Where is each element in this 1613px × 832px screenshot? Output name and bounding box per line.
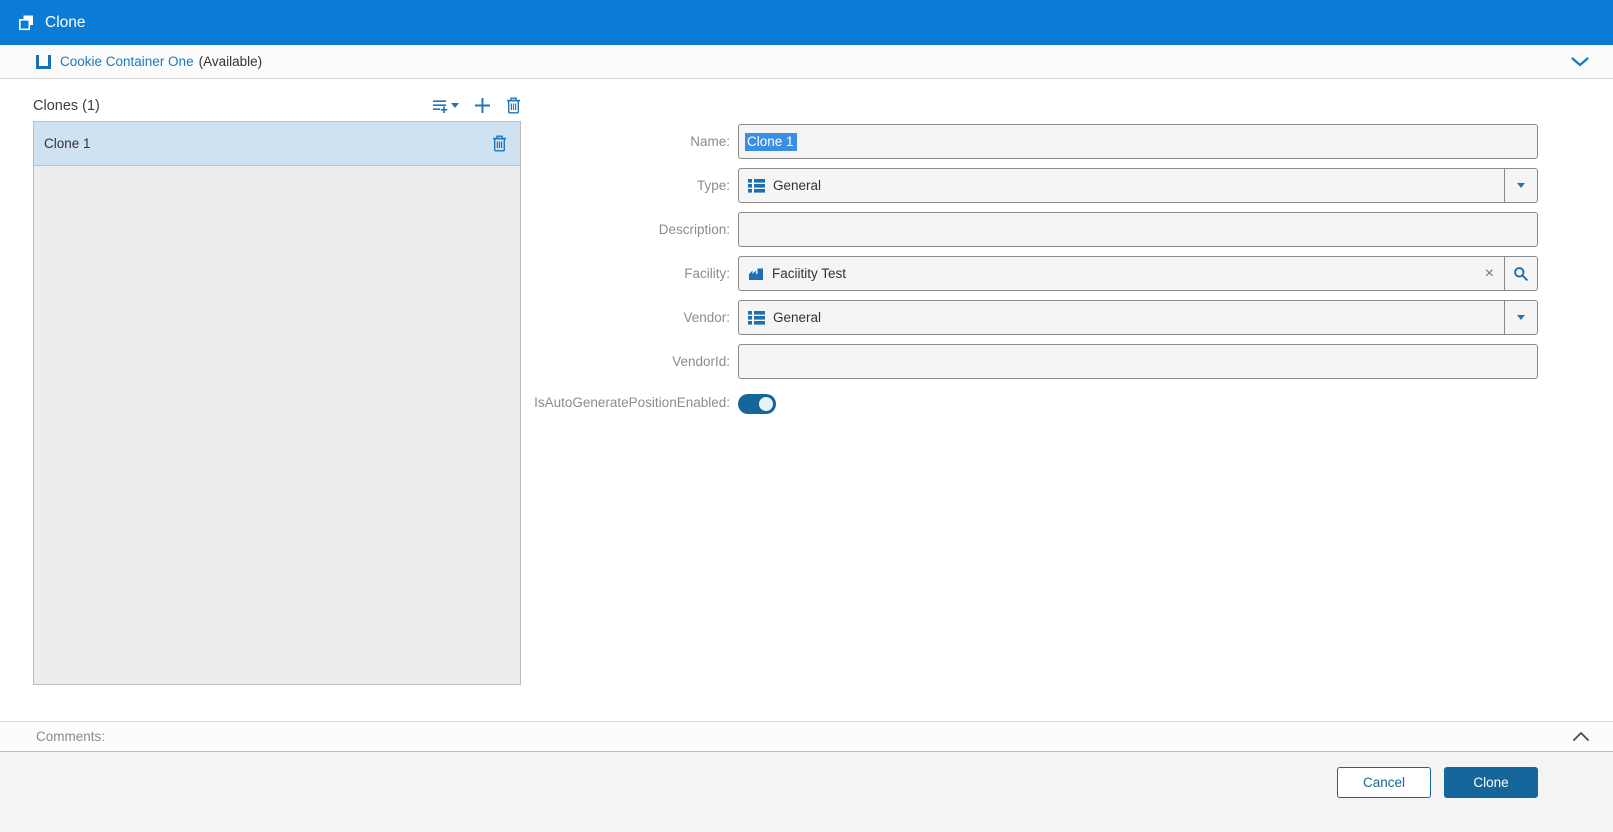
name-value-selected: Clone 1	[745, 132, 797, 151]
clones-panel: Clones (1) Clone 1	[33, 91, 521, 685]
add-list-icon	[433, 99, 448, 113]
type-label: Type:	[696, 178, 730, 193]
vendor-dropdown[interactable]: General	[738, 300, 1538, 335]
comments-bar: Comments:	[0, 721, 1613, 752]
trash-icon	[493, 135, 506, 152]
facility-label: Facility:	[684, 266, 730, 281]
clones-panel-title: Clones (1)	[33, 97, 100, 114]
add-multiple-caret-icon	[451, 103, 459, 108]
entity-status: (Available)	[198, 54, 263, 69]
clones-panel-header: Clones (1)	[33, 91, 521, 120]
add-multiple-button[interactable]	[432, 98, 459, 114]
vendorid-label: VendorId:	[672, 354, 730, 369]
entity-link[interactable]: Cookie Container One	[60, 54, 194, 69]
cancel-button[interactable]: Cancel	[1337, 767, 1431, 798]
clear-icon[interactable]: ×	[1485, 265, 1494, 282]
plus-icon	[475, 98, 490, 113]
description-input[interactable]	[738, 212, 1538, 247]
vendor-dropdown-button[interactable]	[1504, 301, 1537, 334]
add-clone-button[interactable]	[474, 97, 491, 114]
facility-lookup[interactable]: Faciitity Test ×	[738, 256, 1538, 291]
toggle-knob	[759, 397, 773, 411]
clone-form: Name: Clone 1 Type: General Description:…	[533, 124, 1538, 423]
type-dropdown-button[interactable]	[1504, 169, 1537, 202]
enum-list-icon	[748, 310, 765, 325]
description-value	[739, 213, 1537, 246]
title-bar: Clone	[0, 0, 1613, 45]
entity-header: Cookie Container One (Available)	[0, 45, 1613, 79]
vendor-value: General	[773, 310, 822, 325]
caret-down-icon	[1517, 183, 1525, 188]
autogenerate-label: IsAutoGeneratePositionEnabled:	[534, 395, 730, 410]
name-input[interactable]: Clone 1	[738, 124, 1538, 159]
chevron-down-icon[interactable]	[1571, 56, 1589, 67]
search-icon	[1514, 266, 1528, 281]
facility-search-button[interactable]	[1504, 257, 1537, 290]
name-label: Name:	[690, 134, 730, 149]
vendor-label: Vendor:	[683, 310, 730, 325]
vendorid-input[interactable]	[738, 344, 1538, 379]
delete-all-button[interactable]	[506, 97, 521, 114]
clones-toolbar	[432, 97, 521, 114]
type-value: General	[773, 178, 822, 193]
description-label: Description:	[658, 222, 730, 237]
chevron-up-icon[interactable]	[1573, 732, 1589, 741]
trash-icon	[507, 97, 520, 114]
clone-list-item[interactable]: Clone 1	[34, 122, 520, 166]
main-area: Clones (1) Clone 1 Name: Clone 1 Type: G…	[0, 79, 1613, 721]
clone-list: Clone 1	[33, 121, 521, 685]
facility-value: Faciitity Test	[772, 266, 847, 281]
facility-icon	[748, 266, 764, 282]
autogenerate-toggle[interactable]	[738, 394, 776, 414]
delete-clone-button[interactable]	[492, 135, 507, 152]
type-dropdown[interactable]: General	[738, 168, 1538, 203]
caret-down-icon	[1517, 315, 1525, 320]
clone-icon	[18, 14, 35, 31]
footer: Cancel Clone	[0, 752, 1613, 832]
enum-list-icon	[748, 178, 765, 193]
window-title: Clone	[45, 13, 86, 31]
clone-item-label: Clone 1	[44, 136, 91, 151]
container-icon	[36, 54, 51, 69]
comments-label: Comments:	[36, 729, 106, 744]
clone-button[interactable]: Clone	[1444, 767, 1538, 798]
vendorid-value	[739, 345, 1537, 378]
